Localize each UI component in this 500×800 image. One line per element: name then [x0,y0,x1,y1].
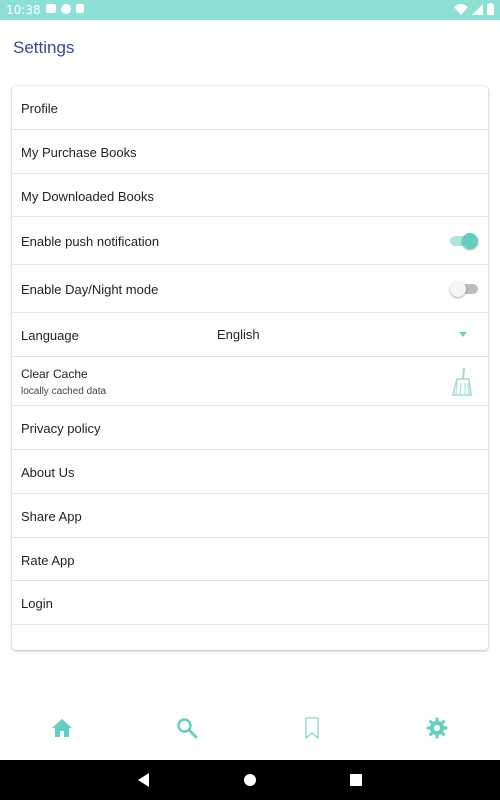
broom-icon[interactable] [450,367,474,397]
settings-item-label: Enable Day/Night mode [21,282,159,297]
clear-cache-subtitle: locally cached data [21,386,107,397]
dropdown-arrow-icon[interactable] [459,332,467,337]
settings-item-label: Login [21,596,53,611]
wifi-icon [454,3,468,15]
settings-list: Profile My Purchase Books My Downloaded … [12,86,488,650]
settings-item-label: Language [21,328,79,343]
settings-item-day-night-mode: Enable Day/Night mode [12,265,488,313]
signal-icon [472,3,483,15]
settings-item-label: Privacy policy [21,421,101,436]
recent-apps-icon[interactable] [350,774,362,786]
home-circle-icon[interactable] [244,774,256,786]
notification-icon [61,4,71,14]
clear-cache-title: Clear Cache [21,367,88,381]
home-icon[interactable] [50,716,74,740]
settings-item-label: My Downloaded Books [21,189,154,204]
battery-icon [487,3,494,15]
settings-item-label: Rate App [21,553,75,568]
settings-item-purchase-books[interactable]: My Purchase Books [12,130,488,174]
settings-item-downloaded-books[interactable]: My Downloaded Books [12,174,488,217]
settings-item-push-notification: Enable push notification [12,217,488,265]
settings-item-share-app[interactable]: Share App [12,494,488,538]
settings-item-label: Enable push notification [21,234,160,249]
settings-item-label: My Purchase Books [21,145,137,160]
settings-item-privacy-policy[interactable]: Privacy policy [12,406,488,450]
day-night-mode-toggle[interactable] [450,281,478,297]
settings-item-rate-app[interactable]: Rate App [12,538,488,581]
settings-item-clear-cache[interactable]: Clear Cache locally cached data [12,357,488,406]
settings-item-label: Share App [21,509,82,524]
settings-item-language: Language English [12,313,488,357]
bookmark-icon[interactable] [300,716,324,740]
settings-item-label: About Us [21,465,75,480]
search-icon[interactable] [175,716,199,740]
settings-item-profile[interactable]: Profile [12,86,488,130]
settings-item-label: Profile [21,101,58,116]
keyboard-icon [46,4,56,13]
status-bar: 10:38 [0,0,500,20]
bottom-nav [0,706,500,756]
system-nav-bar [0,760,500,800]
language-select[interactable]: English [217,327,260,342]
back-icon[interactable] [138,773,149,787]
settings-item-about-us[interactable]: About Us [12,450,488,494]
settings-item-login[interactable]: Login [12,581,488,625]
page-title: Settings [13,38,75,57]
sd-card-icon [76,4,84,13]
gear-icon[interactable] [425,716,449,740]
status-time: 10:38 [6,3,41,17]
push-notification-toggle[interactable] [450,233,478,249]
